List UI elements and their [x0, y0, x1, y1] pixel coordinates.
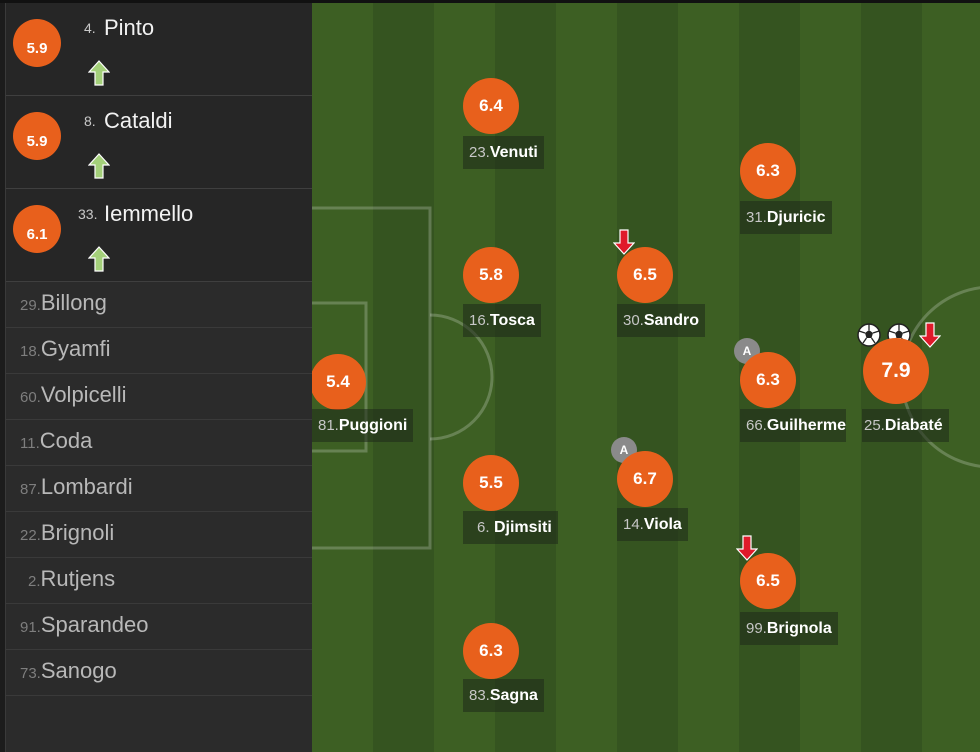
rating-badge: 6.1 [13, 205, 61, 253]
player-name: Coda [39, 428, 93, 453]
bench-row[interactable]: 91.Sparandeo [6, 604, 313, 650]
player-name: Cataldi [104, 108, 173, 133]
sub-in-arrow-icon [88, 153, 110, 179]
player-number: 60. [20, 389, 41, 406]
bench-row[interactable]: 29.Billong [6, 282, 313, 328]
player-number: 8. [84, 113, 96, 129]
player-label: 16. Tosca [463, 304, 541, 337]
rating-badge: 5.4 [312, 354, 366, 410]
rating-badge: 6.7 [617, 451, 673, 507]
player-name: Gyamfi [40, 336, 111, 361]
pitch: 6.4 23. Venuti 6.3 31. Djuricic 5.8 16. Tos… [312, 3, 980, 752]
lineup-view: 5.9 4. Pinto 5.9 8. Cataldi 6.1 33. Iemm… [0, 0, 980, 752]
player-label: 25. Diabaté [862, 409, 949, 442]
rating-badge: 6.4 [463, 78, 519, 134]
player-number: 29. [20, 297, 41, 314]
bench-row[interactable]: 73.Sanogo [6, 650, 313, 696]
player-number: 91. [20, 619, 41, 636]
bench-row[interactable]: 87.Lombardi [6, 466, 313, 512]
rating-badge: 7.9 [863, 338, 929, 404]
sub-in-arrow-icon [88, 246, 110, 272]
player-number: 33. [78, 206, 98, 222]
bench-row[interactable]: 11.Coda [6, 420, 313, 466]
player-label: 23. Venuti [463, 136, 544, 169]
player-number: 4. [84, 20, 96, 36]
player-name: Sparandeo [40, 612, 149, 637]
bench-sidebar: 5.9 4. Pinto 5.9 8. Cataldi 6.1 33. Iemm… [5, 3, 313, 752]
bench-row[interactable]: 2.Rutjens [6, 558, 313, 604]
sub-out-arrow-icon [919, 322, 941, 348]
player-name: Volpicelli [40, 382, 127, 407]
player-number: 73. [20, 665, 41, 682]
rating-badge: 6.5 [617, 247, 673, 303]
player-name: Lombardi [40, 474, 133, 499]
player-label: 99. Brignola [740, 612, 838, 645]
rating-badge: 6.3 [463, 623, 519, 679]
player-number: 22. [20, 527, 41, 544]
rating-badge: 6.3 [740, 143, 796, 199]
rating-badge: 5.8 [463, 247, 519, 303]
player-label: 6. Djimsiti [463, 511, 558, 544]
player-name: Brignoli [40, 520, 115, 545]
player-number: 2. [28, 573, 41, 590]
substitute-row[interactable]: 6.1 33. Iemmello [6, 189, 313, 282]
rating-badge: 6.3 [740, 352, 796, 408]
player-name: Iemmello [104, 201, 194, 226]
player-name: Sanogo [40, 658, 117, 683]
rating-badge: 5.9 [13, 112, 61, 160]
sub-in-arrow-icon [88, 60, 110, 86]
bench-row[interactable]: 60.Volpicelli [6, 374, 313, 420]
player-label: 30. Sandro [617, 304, 705, 337]
player-label: 66. Guilherme [740, 409, 846, 442]
player-name: Pinto [104, 15, 155, 40]
substitute-row[interactable]: 5.9 4. Pinto [6, 3, 313, 96]
rating-badge: 5.9 [13, 19, 61, 67]
player-number: 18. [20, 343, 41, 360]
player-label: 31. Djuricic [740, 201, 832, 234]
substitute-row[interactable]: 5.9 8. Cataldi [6, 96, 313, 189]
player-number: 11. [20, 435, 40, 452]
player-label: 14. Viola [617, 508, 688, 541]
bench-row[interactable]: 22.Brignoli [6, 512, 313, 558]
player-name: Rutjens [40, 566, 116, 591]
player-label: 83. Sagna [463, 679, 544, 712]
bench-row[interactable]: 18.Gyamfi [6, 328, 313, 374]
player-label: 81. Puggioni [312, 409, 414, 442]
rating-badge: 6.5 [740, 553, 796, 609]
player-name: Billong [40, 290, 107, 315]
player-number: 87. [20, 481, 41, 498]
rating-badge: 5.5 [463, 455, 519, 511]
